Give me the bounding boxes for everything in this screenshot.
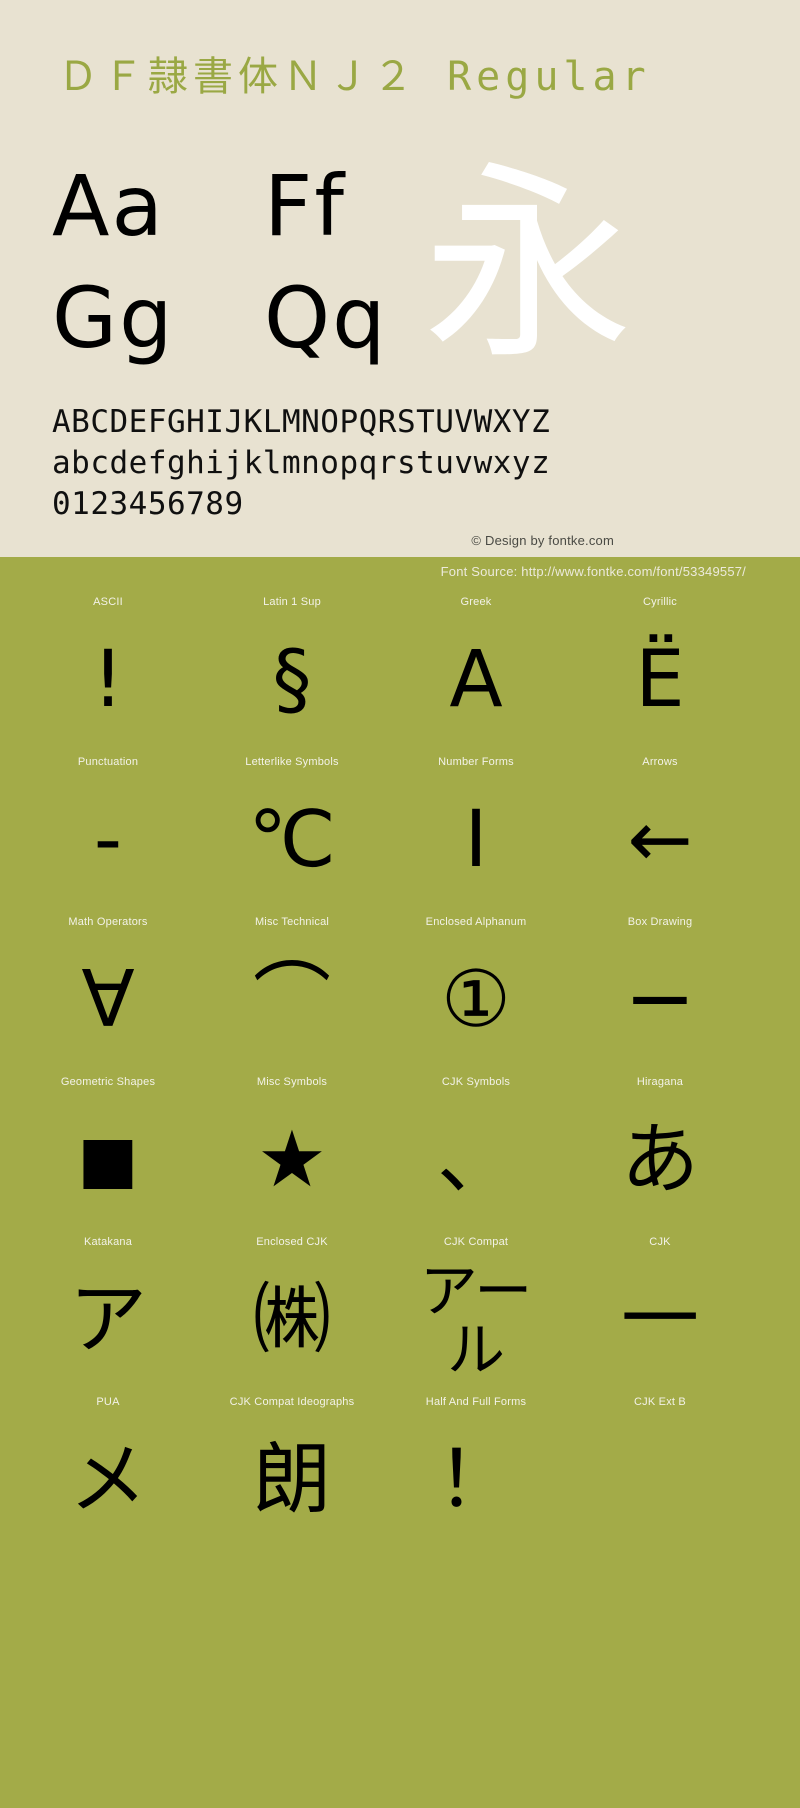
unicode-block-label: Letterlike Symbols [245, 756, 339, 768]
unicode-block-label: Hiragana [636, 1076, 684, 1088]
unicode-block-glyph: Ё [635, 635, 685, 726]
unicode-block-row: Math Operators ∀ Misc Technical ⌒ Enclosed A… [0, 910, 800, 1070]
unicode-block-label: CJK Compat [443, 1236, 509, 1248]
unicode-block-glyph: ★ [257, 1115, 327, 1206]
unicode-block-label: Latin 1 Sup [263, 596, 321, 608]
lowercase-alphabet: abcdefghijklmnopqrstuvwxyz [52, 445, 551, 481]
unicode-block-label: Enclosed CJK [256, 1236, 328, 1248]
unicode-block-cell[interactable]: Katakana ア [16, 1230, 200, 1390]
unicode-block-label: Number Forms [438, 756, 514, 768]
unicode-block-label: CJK Symbols [441, 1076, 511, 1088]
unicode-block-glyph: ← [627, 795, 693, 886]
unicode-block-label: Punctuation [77, 756, 139, 768]
unicode-block-cell[interactable]: Enclosed Alphanum ① [384, 910, 568, 1070]
unicode-block-label: ASCII [93, 596, 123, 608]
copyright-text: © Design by fontke.com [471, 533, 614, 548]
unicode-block-label: Half And Full Forms [425, 1396, 527, 1408]
unicode-block-label: PUA [96, 1396, 120, 1408]
unicode-block-grid: ASCII! Latin 1 Sup § Greek Α Cyrillic Ё Punctua… [0, 590, 800, 1550]
unicode-block-cell[interactable]: CJK Ext B [568, 1390, 752, 1550]
unicode-block-cell[interactable]: Arrows ← [568, 750, 752, 910]
unicode-block-glyph: あ [620, 1115, 699, 1206]
unicode-block-cell[interactable]: ASCII! [16, 590, 200, 750]
unicode-block-cell[interactable]: Cyrillic Ё [568, 590, 752, 750]
unicode-block-label: CJK Compat Ideographs [229, 1396, 355, 1408]
font-specimen-sheet: ＤＦ隷書体ＮＪ２ Regular Aa Ff Gg Qq 永 ABCDEFGHI… [0, 0, 800, 1808]
unicode-block-glyph: ℃ [248, 795, 336, 886]
unicode-block-cell[interactable]: Box Drawing ─ [568, 910, 752, 1070]
unicode-block-cell[interactable]: PUA メ [16, 1390, 200, 1550]
unicode-block-cell[interactable]: CJK Compat アー ル [384, 1230, 568, 1390]
unicode-block-glyph: ─ [634, 950, 686, 1051]
unicode-block-label: Cyrillic [643, 596, 677, 608]
sample-pair-qq: Qq [264, 269, 388, 367]
unicode-block-label: Geometric Shapes [60, 1076, 156, 1088]
unicode-block-cell[interactable]: Latin 1 Sup § [200, 590, 384, 750]
unicode-block-glyph: メ [68, 1435, 147, 1526]
unicode-block-glyph: ‐ [93, 795, 123, 886]
unicode-block-cell[interactable]: Geometric Shapes ■ [16, 1070, 200, 1230]
unicode-block-cell[interactable]: Letterlike Symbols ℃ [200, 750, 384, 910]
unicode-block-row: Geometric Shapes ■ Misc Symbols ★ CJK Symbol… [0, 1070, 800, 1230]
sample-pair-ff: Ff [264, 157, 346, 255]
uppercase-alphabet: ABCDEFGHIJKLMNOPQRSTUVWXYZ [52, 404, 551, 440]
unicode-block-cell[interactable]: Misc Technical ⌒ [200, 910, 384, 1070]
unicode-block-glyph: ∀ [81, 955, 135, 1046]
unicode-block-label: Arrows [642, 756, 678, 768]
unicode-block-glyph: 朗 [252, 1435, 331, 1526]
unicode-block-glyph: Ⅰ [464, 795, 488, 886]
cjk-watermark-glyph: 永 [422, 143, 633, 388]
unicode-block-label: Box Drawing [627, 916, 693, 928]
unicode-block-glyph: ■ [77, 1123, 139, 1198]
unicode-block-cell[interactable]: Punctuation ‐ [16, 750, 200, 910]
unicode-block-label: CJK Ext B [634, 1396, 686, 1408]
sample-pair-gg: Gg [52, 269, 175, 367]
font-source-link[interactable]: Font Source: http://www.fontke.com/font/… [441, 564, 746, 579]
unicode-block-label: CJK [649, 1236, 671, 1248]
unicode-block-glyph: 、 [436, 1115, 515, 1206]
alphabet-block: ABCDEFGHIJKLMNOPQRSTUVWXYZ abcdefghijklm… [52, 402, 752, 525]
unicode-block-label: Katakana [83, 1236, 133, 1248]
unicode-block-glyph: Α [449, 635, 503, 726]
unicode-block-glyph [568, 1414, 752, 1548]
unicode-block-cell[interactable]: Math Operators ∀ [16, 910, 200, 1070]
unicode-block-glyph: ① [441, 955, 511, 1046]
unicode-block-cell[interactable]: Half And Full Forms ！ [384, 1390, 568, 1550]
unicode-block-glyph: ! [92, 635, 124, 726]
unicode-block-row: PUA メ CJK Compat Ideographs 朗 Half And Full … [0, 1390, 800, 1550]
sample-pair-aa: Aa [52, 157, 165, 255]
unicode-block-glyph: ア [68, 1275, 147, 1366]
unicode-block-glyph: ⌒ [252, 955, 331, 1046]
unicode-block-glyph: ㈱ [252, 1275, 331, 1366]
unicode-block-glyph: アー ル [419, 1256, 533, 1384]
unicode-block-cell[interactable]: Enclosed CJK ㈱ [200, 1230, 384, 1390]
unicode-block-glyph: § [272, 635, 312, 726]
unicode-block-label: Enclosed Alphanum [425, 916, 527, 928]
unicode-block-cell[interactable]: CJK 一 [568, 1230, 752, 1390]
unicode-block-glyph: 一 [620, 1275, 699, 1366]
unicode-block-cell[interactable]: Greek Α [384, 590, 568, 750]
unicode-block-cell[interactable]: CJK Symbols 、 [384, 1070, 568, 1230]
unicode-block-cell[interactable]: Number Forms Ⅰ [384, 750, 568, 910]
unicode-block-cell[interactable]: CJK Compat Ideographs 朗 [200, 1390, 384, 1550]
page-title: ＤＦ隷書体ＮＪ２ Regular [58, 54, 651, 100]
unicode-block-cell[interactable]: Misc Symbols ★ [200, 1070, 384, 1230]
unicode-block-label: Greek [460, 596, 492, 608]
unicode-block-glyph: ！ [436, 1435, 515, 1526]
unicode-block-row: Katakana ア Enclosed CJK ㈱ CJK Compat アー ル CJK 一 [0, 1230, 800, 1390]
unicode-block-row: ASCII! Latin 1 Sup § Greek Α Cyrillic Ё [0, 590, 800, 750]
unicode-block-row: Punctuation ‐ Letterlike Symbols ℃ Number Fo… [0, 750, 800, 910]
unicode-block-label: Misc Symbols [256, 1076, 328, 1088]
unicode-block-label: Math Operators [68, 916, 148, 928]
specimen-header-section: ＤＦ隷書体ＮＪ２ Regular Aa Ff Gg Qq 永 ABCDEFGHI… [0, 0, 800, 637]
unicode-block-label: Misc Technical [254, 916, 330, 928]
unicode-blocks-section: Font Source: http://www.fontke.com/font/… [0, 557, 800, 1808]
digits-row: 0123456789 [52, 486, 244, 522]
unicode-block-cell[interactable]: Hiragana あ [568, 1070, 752, 1230]
